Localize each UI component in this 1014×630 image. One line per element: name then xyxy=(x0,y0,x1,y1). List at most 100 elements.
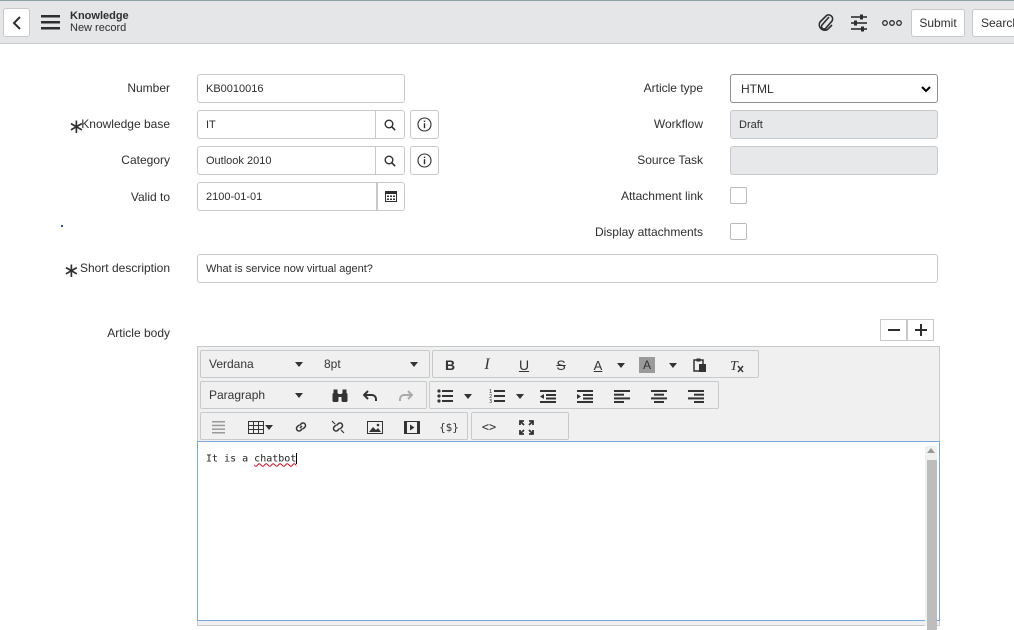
category-field[interactable]: Outlook 2010 xyxy=(197,146,377,175)
bullet-list-icon[interactable] xyxy=(434,386,456,406)
knowledge-base-label: Knowledge base xyxy=(81,117,170,131)
text-cursor xyxy=(296,453,298,464)
focus-dot xyxy=(61,225,63,227)
short-description-label: Short description xyxy=(79,261,170,275)
editor-content-area[interactable]: It is a chatbot xyxy=(197,441,940,630)
redo-icon[interactable] xyxy=(395,386,417,406)
table-icon[interactable] xyxy=(245,417,267,437)
source-task-field xyxy=(730,146,938,175)
font-size-select[interactable]: 8pt xyxy=(316,351,424,377)
font-toolbar-group: Verdana 8pt xyxy=(200,350,430,378)
form-header: Knowledge New record Submit Search xyxy=(0,0,1014,44)
knowledge-base-field[interactable]: IT xyxy=(197,110,377,139)
font-family-select[interactable]: Verdana xyxy=(201,351,309,377)
search-button[interactable]: Search xyxy=(972,9,1014,37)
plus-icon xyxy=(914,324,927,336)
align-right-icon[interactable] xyxy=(685,386,707,406)
image-icon[interactable] xyxy=(364,417,386,437)
valid-to-label: Valid to xyxy=(130,190,170,204)
required-indicator: ∗ xyxy=(63,260,80,282)
scroll-up-icon[interactable] xyxy=(927,448,935,453)
editor-text-prefix: It is a xyxy=(206,453,255,465)
list-align-toolbar-group: 123 xyxy=(429,381,719,409)
chevron-down-icon[interactable] xyxy=(516,394,524,399)
misspelled-word: chatbot xyxy=(254,453,297,465)
block-format-select[interactable]: Paragraph xyxy=(201,382,309,408)
text-color-icon[interactable]: A xyxy=(587,355,609,375)
link-icon[interactable] xyxy=(290,417,312,437)
source-task-label: Source Task xyxy=(637,153,703,167)
display-attachments-checkbox[interactable] xyxy=(730,223,747,240)
calendar-button[interactable] xyxy=(377,182,405,211)
underline-icon[interactable]: U xyxy=(513,355,535,375)
number-field[interactable]: KB0010016 xyxy=(197,74,405,103)
kb-info-button[interactable] xyxy=(410,110,439,139)
minus-icon xyxy=(887,329,900,331)
article-type-value: HTML xyxy=(741,81,774,96)
category-lookup-button[interactable] xyxy=(375,146,405,175)
source-code-icon[interactable]: <> xyxy=(478,417,500,437)
indent-list-icon[interactable] xyxy=(206,417,228,437)
strikethrough-icon[interactable]: S xyxy=(550,355,572,375)
chevron-down-icon[interactable] xyxy=(617,363,625,368)
chevron-down-icon[interactable] xyxy=(669,363,677,368)
valid-to-field[interactable]: 2100-01-01 xyxy=(197,182,377,211)
undo-icon[interactable] xyxy=(359,386,381,406)
info-icon xyxy=(417,117,432,132)
kb-lookup-button[interactable] xyxy=(375,110,405,139)
editor-scrollbar[interactable] xyxy=(925,446,937,630)
block-format-value: Paragraph xyxy=(209,388,266,402)
back-button[interactable] xyxy=(3,8,30,37)
category-info-button[interactable] xyxy=(410,146,439,175)
svg-text:T: T xyxy=(730,359,739,373)
clear-formatting-icon[interactable]: T xyxy=(726,355,748,375)
italic-icon[interactable]: I xyxy=(476,355,498,375)
record-title: Knowledge New record xyxy=(70,10,129,34)
template-variable-icon[interactable]: {$} xyxy=(438,417,460,437)
search-icon xyxy=(384,119,396,131)
unlink-icon[interactable] xyxy=(327,417,349,437)
hamburger-menu-icon[interactable] xyxy=(41,15,60,30)
indent-icon[interactable] xyxy=(574,386,596,406)
format-toolbar-group: B I U S A A T xyxy=(432,350,759,378)
attachment-link-checkbox[interactable] xyxy=(730,187,747,204)
chevron-down-icon[interactable] xyxy=(464,394,472,399)
bold-icon[interactable]: B xyxy=(439,355,461,375)
svg-text:3: 3 xyxy=(489,399,492,403)
number-label: Number xyxy=(127,81,170,95)
paperclip-icon[interactable] xyxy=(816,13,836,33)
expand-editor-button[interactable] xyxy=(907,319,934,341)
info-icon xyxy=(417,153,432,168)
align-left-icon[interactable] xyxy=(611,386,633,406)
chevron-down-icon[interactable] xyxy=(265,425,273,430)
article-body-label: Article body xyxy=(107,326,170,340)
settings-sliders-icon[interactable] xyxy=(849,13,869,33)
short-description-field[interactable]: What is service now virtual agent? xyxy=(197,254,938,283)
more-options-icon[interactable] xyxy=(882,13,902,33)
calendar-icon xyxy=(385,191,397,202)
article-type-select[interactable]: HTML xyxy=(730,74,938,103)
block-toolbar-group: Paragraph xyxy=(200,381,427,409)
font-size-value: 8pt xyxy=(324,357,341,371)
display-attachments-label: Display attachments xyxy=(594,225,703,239)
article-type-label: Article type xyxy=(643,81,703,95)
page-subtitle: New record xyxy=(70,22,127,34)
video-icon[interactable] xyxy=(401,417,423,437)
find-replace-icon[interactable] xyxy=(329,386,351,406)
numbered-list-icon[interactable]: 123 xyxy=(486,386,508,406)
editor-content-text[interactable]: It is a chatbot xyxy=(206,453,298,465)
highlight-color-icon[interactable]: A xyxy=(639,357,655,373)
chevron-down-icon xyxy=(921,86,931,93)
attachment-link-label: Attachment link xyxy=(620,189,703,203)
outdent-icon[interactable] xyxy=(537,386,559,406)
view-toolbar-group: <> xyxy=(471,412,569,440)
paste-icon[interactable] xyxy=(689,355,711,375)
workflow-label: Workflow xyxy=(653,117,703,131)
align-center-icon[interactable] xyxy=(648,386,670,406)
chevron-down-icon xyxy=(295,362,303,367)
scrollbar-thumb[interactable] xyxy=(927,460,937,630)
submit-button[interactable]: Submit xyxy=(911,9,965,37)
collapse-editor-button[interactable] xyxy=(880,319,907,341)
fullscreen-icon[interactable] xyxy=(515,417,537,437)
font-family-value: Verdana xyxy=(209,357,254,371)
